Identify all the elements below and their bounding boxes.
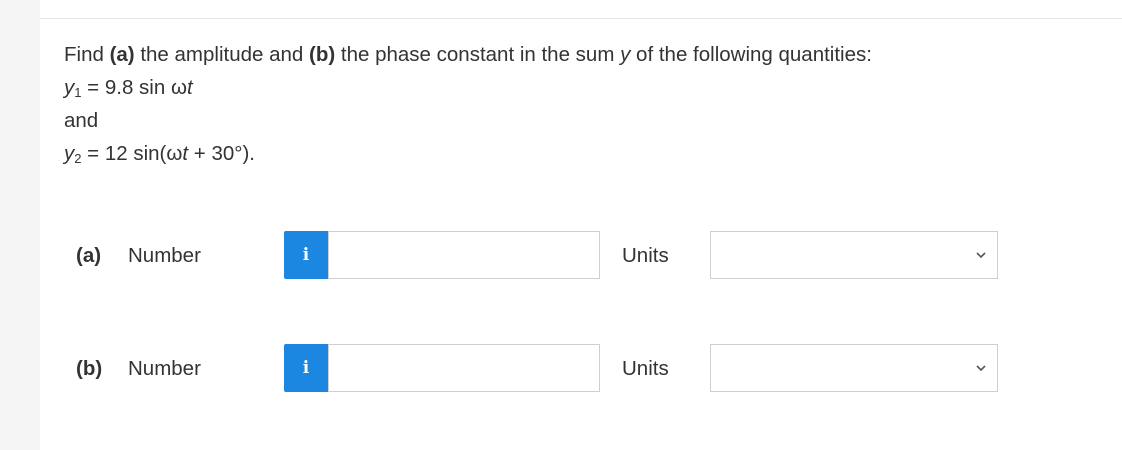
question-panel: Find (a) the amplitude and (b) the phase… — [40, 0, 1122, 450]
eq-t: t — [186, 76, 193, 99]
part-b-marker: (b) — [309, 43, 336, 66]
prompt-text: the phase constant in the sum — [335, 43, 621, 66]
question-text: Find (a) the amplitude and (b) the phase… — [64, 38, 872, 170]
answer-row-b: (b) Number i Units — [76, 344, 1122, 394]
equation-y1: y1 = 9.8 sin ωt — [64, 71, 872, 104]
number-label-b: Number — [128, 357, 201, 380]
part-label-a: (a) — [76, 244, 102, 267]
prompt-text: of the following quantities: — [630, 43, 872, 66]
number-label-a: Number — [128, 244, 201, 267]
eq-rhs: + 30°). — [188, 142, 255, 165]
chevron-down-icon — [976, 252, 986, 259]
answer-row-a: (a) Number i Units — [76, 231, 1122, 281]
eq-rhs: = 9.8 sin ω — [81, 76, 187, 99]
units-label-b: Units — [622, 357, 669, 380]
prompt-text: the amplitude and — [134, 43, 310, 66]
number-input-a[interactable] — [328, 231, 600, 279]
number-input-b[interactable] — [328, 344, 600, 392]
units-select-b[interactable] — [710, 344, 998, 392]
units-select-a[interactable] — [710, 231, 998, 279]
part-label-b: (b) — [76, 357, 103, 380]
part-a-marker: (a) — [109, 43, 135, 66]
info-icon[interactable]: i — [284, 231, 328, 279]
variable-y: y — [620, 43, 631, 66]
equation-y2: y2 = 12 sin(ωt + 30°). — [64, 137, 872, 170]
eq-var: y — [64, 76, 75, 99]
info-icon[interactable]: i — [284, 344, 328, 392]
eq-rhs: = 12 sin(ω — [81, 142, 183, 165]
units-label-a: Units — [622, 244, 669, 267]
question-prompt: Find (a) the amplitude and (b) the phase… — [64, 38, 872, 71]
eq-var: y — [64, 142, 75, 165]
chevron-down-icon — [976, 365, 986, 372]
divider — [40, 18, 1122, 19]
and-text: and — [64, 109, 99, 132]
prompt-text: Find — [64, 43, 110, 66]
